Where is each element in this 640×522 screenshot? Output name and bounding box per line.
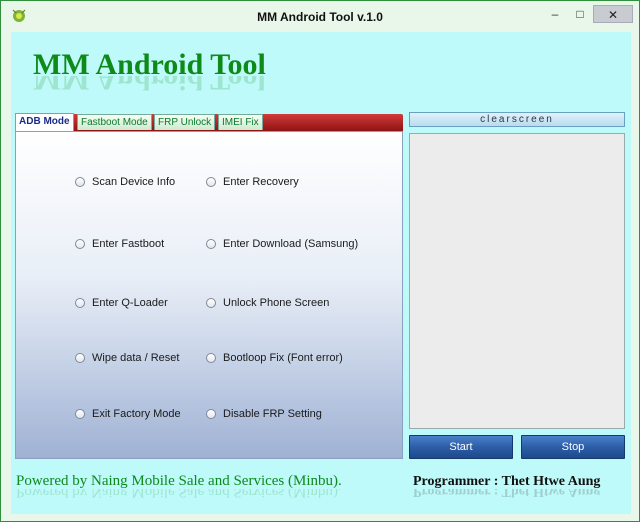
option-wipe-data-reset[interactable]: Wipe data / Reset bbox=[75, 352, 179, 364]
radio-button[interactable] bbox=[75, 177, 85, 187]
adb-mode-panel: Scan Device Info Enter Fastboot Enter Q-… bbox=[15, 131, 403, 459]
programmer-credit-reflection: Programmer : Thet Htwe Aung bbox=[413, 489, 601, 499]
tab-frp-unlock[interactable]: FRP Unlock bbox=[154, 114, 216, 130]
powered-by-text: Powered by Naing Mobile Sale and Service… bbox=[16, 473, 342, 489]
radio-button[interactable] bbox=[206, 298, 216, 308]
option-enter-recovery[interactable]: Enter Recovery bbox=[206, 176, 299, 188]
radio-button[interactable] bbox=[206, 409, 216, 419]
option-scan-device-info[interactable]: Scan Device Info bbox=[75, 176, 175, 188]
app-window: MM Android Tool v.1.0 – □ ✕ MM Android T… bbox=[0, 0, 640, 522]
option-label: Unlock Phone Screen bbox=[223, 297, 330, 309]
option-unlock-phone-screen[interactable]: Unlock Phone Screen bbox=[206, 297, 329, 309]
option-enter-q-loader[interactable]: Enter Q-Loader bbox=[75, 297, 168, 309]
radio-button[interactable] bbox=[75, 239, 85, 249]
tab-adb-mode[interactable]: ADB Mode bbox=[15, 113, 74, 131]
option-disable-frp-setting[interactable]: Disable FRP Setting bbox=[206, 408, 322, 420]
option-exit-factory-mode[interactable]: Exit Factory Mode bbox=[75, 408, 181, 420]
stop-button[interactable]: Stop bbox=[521, 435, 625, 459]
option-enter-download-samsung[interactable]: Enter Download (Samsung) bbox=[206, 238, 358, 250]
log-output[interactable] bbox=[409, 133, 625, 429]
tab-imei-fix[interactable]: IMEI Fix bbox=[218, 114, 263, 130]
tab-fastboot-mode[interactable]: Fastboot Mode bbox=[77, 114, 152, 130]
option-label: Enter Recovery bbox=[223, 176, 299, 188]
radio-button[interactable] bbox=[75, 298, 85, 308]
radio-button[interactable] bbox=[75, 353, 85, 363]
option-label: Enter Q-Loader bbox=[92, 297, 168, 309]
option-label: Enter Fastboot bbox=[92, 238, 165, 250]
option-enter-fastboot[interactable]: Enter Fastboot bbox=[75, 238, 164, 250]
app-title-reflection: MM Android Tool bbox=[33, 76, 266, 96]
programmer-credit: Programmer : Thet Htwe Aung bbox=[413, 474, 601, 489]
minimize-button[interactable]: – bbox=[543, 5, 567, 23]
option-label: Enter Download (Samsung) bbox=[223, 238, 359, 250]
option-label: Disable FRP Setting bbox=[223, 408, 322, 420]
close-button[interactable]: ✕ bbox=[593, 5, 633, 23]
option-label: Wipe data / Reset bbox=[92, 352, 180, 364]
main-panel: MM Android Tool MM Android Tool ADB Mode… bbox=[11, 32, 631, 514]
start-button[interactable]: Start bbox=[409, 435, 513, 459]
option-label: Exit Factory Mode bbox=[92, 408, 181, 420]
title-bar[interactable]: MM Android Tool v.1.0 – □ ✕ bbox=[1, 1, 639, 31]
radio-button[interactable] bbox=[206, 353, 216, 363]
powered-by-reflection: Powered by Naing Mobile Sale and Service… bbox=[16, 489, 342, 500]
radio-button[interactable] bbox=[206, 239, 216, 249]
radio-button[interactable] bbox=[75, 409, 85, 419]
option-bootloop-fix[interactable]: Bootloop Fix (Font error) bbox=[206, 352, 343, 364]
clearscreen-button[interactable]: clearscreen bbox=[409, 112, 625, 127]
maximize-button[interactable]: □ bbox=[568, 5, 592, 23]
option-label: Scan Device Info bbox=[92, 176, 176, 188]
radio-button[interactable] bbox=[206, 177, 216, 187]
option-label: Bootloop Fix (Font error) bbox=[223, 352, 343, 364]
